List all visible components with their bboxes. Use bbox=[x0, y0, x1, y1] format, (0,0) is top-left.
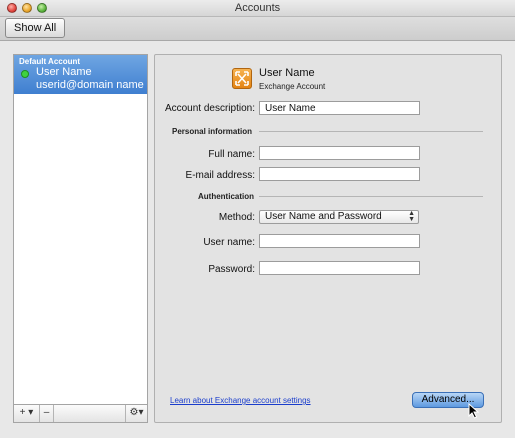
account-description-field[interactable] bbox=[259, 101, 420, 115]
method-value: User Name and Password bbox=[265, 211, 382, 222]
account-group-label: Default Account bbox=[19, 57, 81, 66]
account-type: Exchange Account bbox=[259, 82, 326, 91]
section-divider bbox=[259, 196, 483, 197]
email-address-field[interactable] bbox=[259, 167, 420, 181]
toolbar: Show All bbox=[0, 17, 515, 41]
full-name-field[interactable] bbox=[259, 146, 420, 160]
password-field[interactable] bbox=[259, 261, 420, 275]
add-account-button[interactable]: + ▾ bbox=[14, 405, 40, 422]
account-name: User Name bbox=[36, 66, 92, 78]
account-description-label: Account description: bbox=[164, 103, 255, 114]
full-name-label: Full name: bbox=[208, 149, 255, 160]
authentication-heading: Authentication bbox=[198, 192, 254, 201]
remove-account-button[interactable]: – bbox=[40, 405, 54, 422]
section-divider bbox=[259, 131, 483, 132]
authentication-method-select[interactable]: User Name and Password ▲ ▼ bbox=[259, 210, 419, 224]
account-settings-panel: User Name Exchange Account Account descr… bbox=[154, 54, 502, 423]
learn-exchange-settings-link[interactable]: Learn about Exchange account settings bbox=[170, 396, 311, 405]
personal-information-heading: Personal information bbox=[172, 127, 253, 136]
password-label: Password: bbox=[208, 264, 255, 275]
title-bar: Accounts bbox=[0, 0, 515, 17]
exchange-icon bbox=[232, 68, 252, 89]
email-address-label: E-mail address: bbox=[185, 170, 255, 181]
gear-icon[interactable]: ⚙▾ bbox=[125, 405, 147, 422]
account-list-item-selected[interactable]: Default Account User Name userid@domain … bbox=[14, 55, 147, 94]
show-all-button[interactable]: Show All bbox=[5, 18, 66, 38]
online-status-icon bbox=[21, 70, 29, 78]
account-list: Default Account User Name userid@domain … bbox=[13, 54, 148, 423]
mouse-pointer-icon bbox=[468, 403, 479, 419]
account-header-name: User Name bbox=[259, 67, 315, 79]
user-name-label: User name: bbox=[203, 237, 255, 248]
user-name-field[interactable] bbox=[259, 234, 420, 248]
method-label: Method: bbox=[218, 212, 255, 223]
account-list-toolbar: + ▾ – ⚙▾ bbox=[14, 404, 147, 422]
window-title: Accounts bbox=[234, 2, 281, 14]
up-down-arrows-icon: ▲ ▼ bbox=[408, 210, 415, 223]
account-email: userid@domain name bbox=[36, 79, 144, 91]
